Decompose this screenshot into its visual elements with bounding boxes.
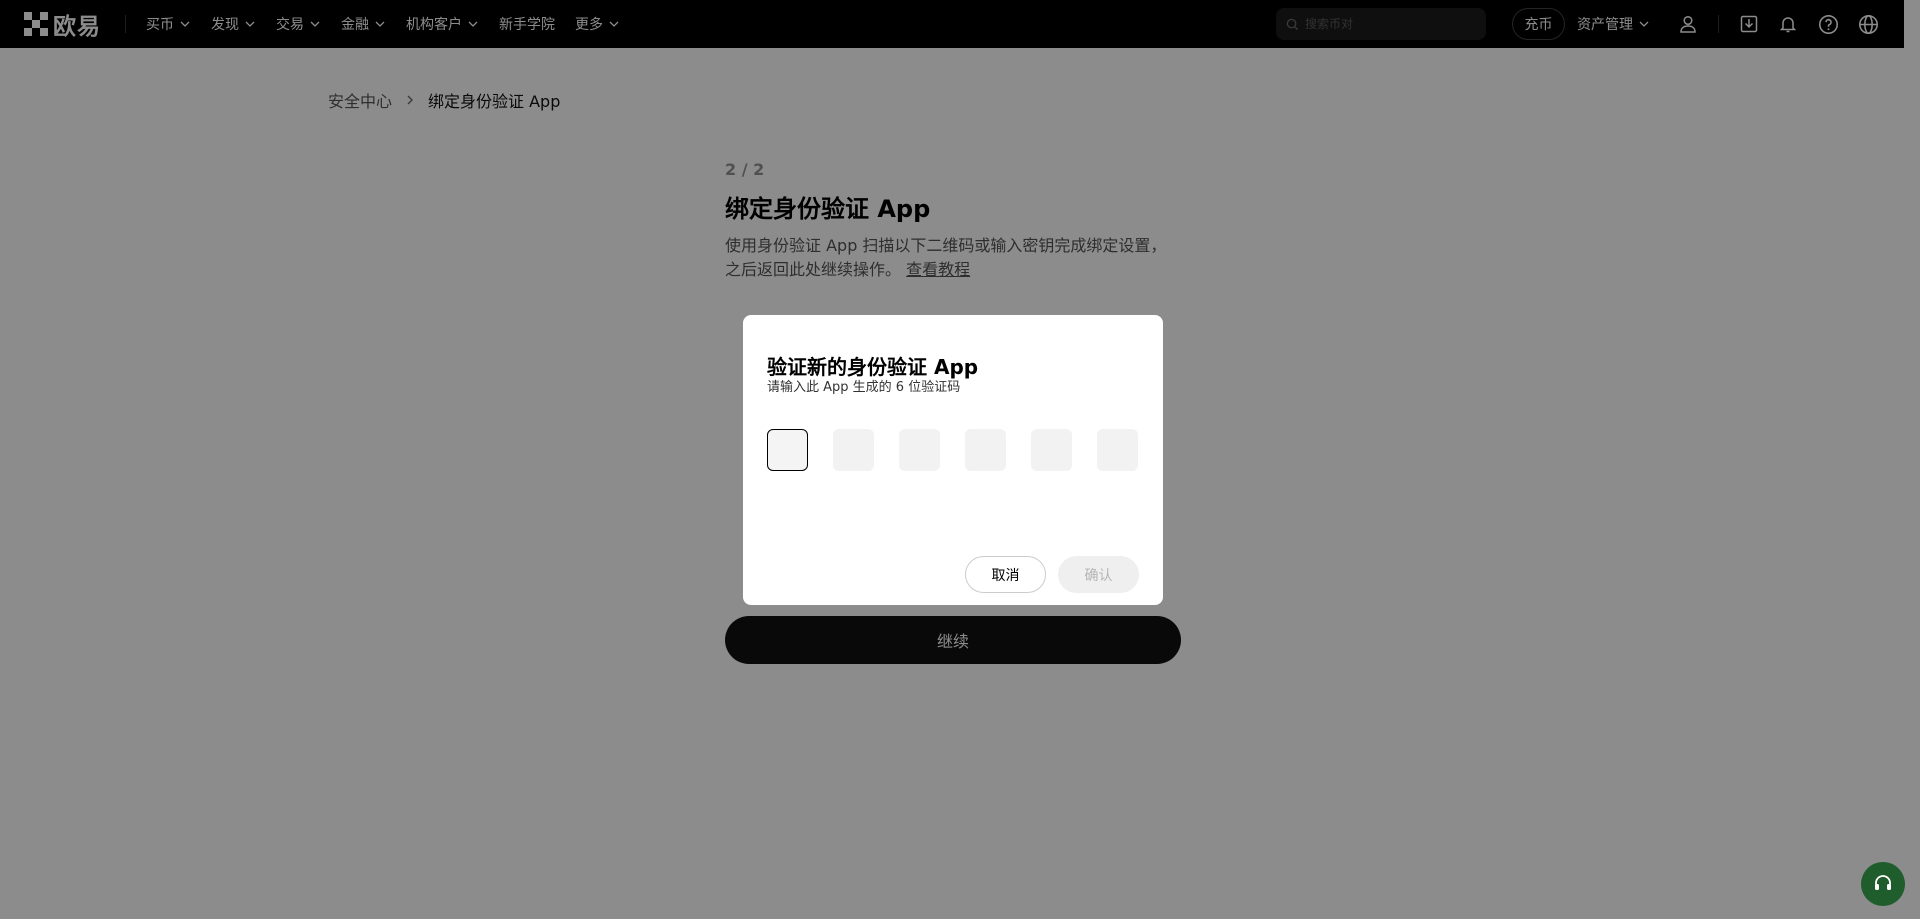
headset-icon: [1875, 875, 1891, 890]
cancel-button[interactable]: 取消: [965, 556, 1046, 593]
verify-authenticator-modal: 验证新的身份验证 App 请输入此 App 生成的 6 位验证码 取消 确认: [743, 315, 1163, 605]
code-digit-5[interactable]: [1031, 429, 1072, 471]
modal-subtitle: 请输入此 App 生成的 6 位验证码: [767, 380, 961, 395]
code-digit-3[interactable]: [899, 429, 940, 471]
confirm-button[interactable]: 确认: [1058, 556, 1139, 593]
code-digit-1[interactable]: [767, 429, 808, 471]
code-digit-2[interactable]: [833, 429, 874, 471]
code-digit-6[interactable]: [1097, 429, 1138, 471]
code-digit-4[interactable]: [965, 429, 1006, 471]
modal-title: 验证新的身份验证 App: [767, 355, 979, 379]
support-chat-button[interactable]: [1861, 862, 1905, 906]
page: 欧易 买币 发现 交易 金融 机构客户 新手学院 更多 搜索币对 充币 资产管理…: [0, 0, 1920, 919]
verification-code-input: [767, 429, 1139, 471]
modal-actions: 取消 确认: [965, 556, 1139, 593]
